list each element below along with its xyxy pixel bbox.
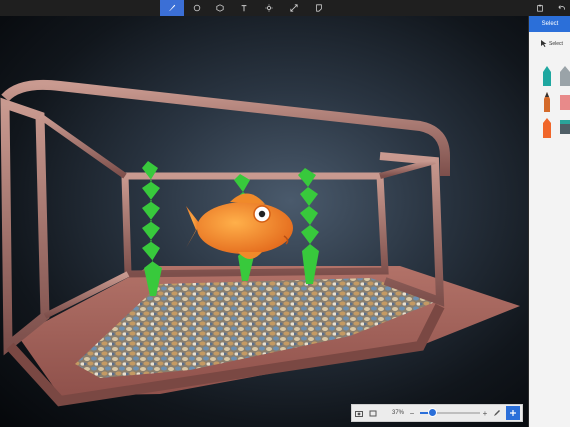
sun-icon xyxy=(265,4,273,12)
calligraphy-brush[interactable] xyxy=(559,66,570,86)
minus-icon: − xyxy=(409,408,415,418)
marker-icon xyxy=(543,66,551,86)
crayon-icon xyxy=(543,118,551,138)
pen-icon xyxy=(494,410,500,416)
goldfish[interactable] xyxy=(186,193,293,259)
cube-icon xyxy=(216,4,224,12)
camera-view-button[interactable] xyxy=(352,406,366,420)
zoom-percent: 37% xyxy=(392,410,405,416)
zoom-slider-thumb[interactable] xyxy=(428,408,437,417)
cursor-icon xyxy=(541,40,547,47)
calligraphy-pen-icon xyxy=(560,66,570,86)
paste-button[interactable] xyxy=(528,0,552,16)
pencil-brush[interactable] xyxy=(541,92,553,112)
undo-button[interactable] xyxy=(550,0,570,16)
sticker-icon xyxy=(316,4,322,12)
effects-tool-button[interactable] xyxy=(257,0,281,16)
pencil-icon xyxy=(544,92,550,112)
expand-icon xyxy=(510,410,516,416)
canvas-tool-button[interactable] xyxy=(282,0,306,16)
top-toolbar xyxy=(0,0,570,16)
text-tool-button[interactable] xyxy=(232,0,256,16)
zoom-out-button[interactable]: − xyxy=(408,406,416,420)
crayon-brush[interactable] xyxy=(541,118,553,138)
expand-view-button[interactable] xyxy=(506,406,520,420)
zoom-slider[interactable] xyxy=(420,408,480,418)
brushes-side-panel: Select Select xyxy=(528,16,570,427)
select-label: Select xyxy=(549,40,563,47)
marker-brush[interactable] xyxy=(541,66,553,86)
reset-view-button[interactable] xyxy=(366,406,380,420)
zoom-in-button[interactable]: + xyxy=(480,406,490,420)
aquarium-scene xyxy=(0,79,520,407)
pixel-pen-icon xyxy=(560,120,570,134)
undo-icon xyxy=(558,5,565,10)
circle-icon xyxy=(193,4,201,12)
tank-left-frame xyxy=(0,97,50,356)
select-tool-row[interactable]: Select xyxy=(541,40,563,47)
zoom-bar: 37% − + xyxy=(351,404,523,422)
paste-icon xyxy=(537,4,543,12)
stickers-tool-button[interactable] xyxy=(307,0,331,16)
paint3d-canvas[interactable] xyxy=(0,16,528,427)
oil-brush[interactable] xyxy=(559,92,570,112)
panel-header[interactable]: Select xyxy=(529,16,570,32)
mixed-reality-icon xyxy=(369,410,377,416)
pen-tool-button[interactable] xyxy=(490,406,504,420)
tank-top-rim xyxy=(1,79,450,176)
resize-icon xyxy=(290,4,298,12)
shapes-3d-tool-button[interactable] xyxy=(208,0,232,16)
camera-icon xyxy=(355,410,363,417)
pixel-pen-brush[interactable] xyxy=(559,118,570,138)
brush-icon xyxy=(168,4,176,12)
oil-brush-icon xyxy=(560,95,570,110)
text-icon xyxy=(241,5,247,12)
plus-icon: + xyxy=(482,408,488,418)
shapes-2d-tool-button[interactable] xyxy=(185,0,209,16)
brush-tool-button[interactable] xyxy=(160,0,184,16)
